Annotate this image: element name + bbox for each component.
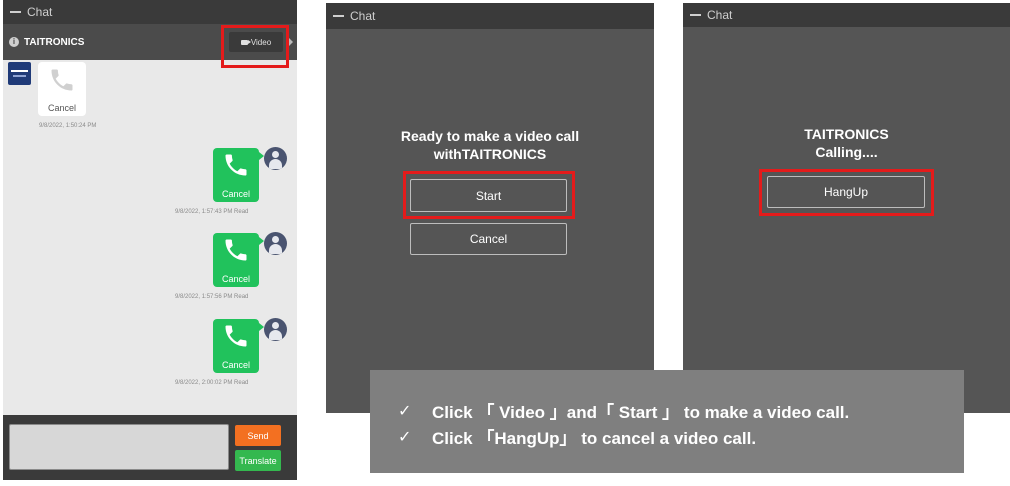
user-avatar-icon <box>264 318 287 341</box>
outgoing-call-bubble[interactable]: Cancel <box>213 233 264 287</box>
message-input[interactable] <box>9 424 229 470</box>
calling-status-text: Calling.... <box>815 144 878 160</box>
instruction-caption: ✓ Click 「 Video 」and「 Start 」 to make a … <box>370 370 964 473</box>
message-timestamp: 9/8/2022, 1:50:24 PM <box>39 123 97 129</box>
title-bar: Chat <box>326 3 654 29</box>
call-label: Cancel <box>221 189 250 199</box>
minimize-icon[interactable] <box>690 14 701 16</box>
message-timestamp: 9/8/2022, 2:00:02 PM Read <box>175 380 249 386</box>
instruction-line-1: ✓ Click 「 Video 」and「 Start 」 to make a … <box>398 398 849 423</box>
phone-icon <box>225 325 247 347</box>
info-icon[interactable]: i <box>9 37 19 47</box>
checkmark-icon: ✓ <box>398 402 412 420</box>
user-avatar-icon <box>264 147 287 170</box>
video-call-prompt: Ready to make a video call withTAITRONIC… <box>326 127 654 163</box>
hangup-button-highlight <box>759 169 934 216</box>
checkmark-icon: ✓ <box>398 428 412 446</box>
call-label: Cancel <box>221 360 250 370</box>
instruction-line-2: ✓ Click 「HangUp」 to cancel a video call. <box>398 424 756 449</box>
instruction-text-2: Click 「HangUp」 to cancel a video call. <box>432 429 757 448</box>
call-label: Cancel <box>47 103 76 113</box>
user-avatar-icon <box>264 232 287 255</box>
contact-name: TAITRONICS <box>24 36 85 48</box>
start-button-highlight <box>403 171 575 219</box>
window-title: Chat <box>350 9 376 23</box>
prompt-line-1: Ready to make a video call <box>400 128 580 144</box>
chevron-right-icon[interactable] <box>289 38 293 46</box>
instruction-text-1: Click 「 Video 」and「 Start 」 to make a vi… <box>432 403 850 422</box>
composer: Send Translate <box>3 415 297 480</box>
phone-icon <box>225 239 247 261</box>
message-timestamp: 9/8/2022, 1:57:43 PM Read <box>175 209 249 215</box>
chat-screen: Chat i TAITRONICS Video Cancel 9/8/2022,… <box>3 0 297 480</box>
incoming-call-bubble[interactable]: Cancel <box>38 62 86 116</box>
video-button-highlight <box>221 25 289 68</box>
phone-icon <box>51 69 73 91</box>
send-button[interactable]: Send <box>235 425 281 446</box>
minimize-icon[interactable] <box>333 15 344 17</box>
outgoing-call-bubble[interactable]: Cancel <box>213 319 264 373</box>
outgoing-call-bubble[interactable]: Cancel <box>213 148 264 202</box>
window-title: Chat <box>27 5 53 19</box>
prompt-line-2: withTAITRONICS <box>433 146 547 162</box>
title-bar: Chat <box>3 0 297 24</box>
calling-contact-name: TAITRONICS <box>804 126 889 142</box>
calling-status: TAITRONICS Calling.... <box>683 125 1010 161</box>
title-bar: Chat <box>683 3 1010 27</box>
video-prompt-screen: Chat Ready to make a video call withTAIT… <box>326 3 654 413</box>
contact-logo <box>8 62 31 85</box>
message-timestamp: 9/8/2022, 1:57:56 PM Read <box>175 294 249 300</box>
calling-screen: Chat TAITRONICS Calling.... HangUp <box>683 3 1010 413</box>
translate-button[interactable]: Translate <box>235 450 281 471</box>
call-label: Cancel <box>221 274 250 284</box>
cancel-button[interactable]: Cancel <box>410 223 567 255</box>
window-title: Chat <box>707 8 733 22</box>
phone-icon <box>225 154 247 176</box>
minimize-icon[interactable] <box>10 11 21 13</box>
